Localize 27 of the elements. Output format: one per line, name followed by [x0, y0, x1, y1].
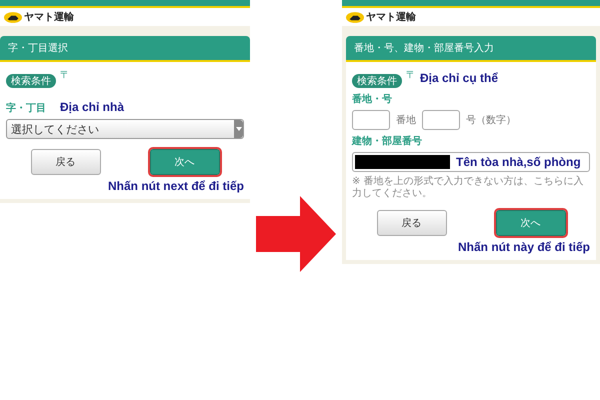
arrow-icon	[256, 196, 336, 272]
field-label: 字・丁目	[6, 101, 46, 115]
annotation: Địa chỉ nhà	[60, 100, 124, 114]
field-label: 番地・号	[352, 92, 393, 106]
postal-mark: 〒	[60, 69, 70, 82]
annotation: Địa chỉ cụ thể	[420, 71, 498, 85]
unit-label: 番地	[396, 114, 416, 127]
section-title: 字・丁目選択	[0, 36, 250, 62]
back-button[interactable]: 戻る	[376, 210, 446, 236]
select-field[interactable]: 選択してください	[6, 119, 244, 139]
field-label: 建物・部屋番号	[352, 134, 423, 148]
annotation: Nhấn nút này để đi tiếp	[458, 240, 590, 254]
logo-text: ヤマト運輸	[24, 10, 74, 24]
section-title: 番地・号、建物・部屋番号入力	[346, 36, 596, 62]
annotation: Nhấn nút next để đi tiếp	[108, 179, 244, 193]
unit-label: 号（数字）	[466, 114, 516, 127]
logo-text: ヤマト運輸	[366, 10, 416, 24]
input-field[interactable]	[422, 110, 460, 130]
hint-text: ※ 番地を上の形式で入力できない方は、こちらに入力してください。	[352, 176, 585, 200]
caret-icon	[234, 120, 243, 138]
badge: 検索条件	[6, 74, 56, 88]
postal-mark: 〒	[406, 69, 416, 82]
annotation: Tên tòa nhà,số phòng	[456, 155, 581, 169]
input-field[interactable]: Tên tòa nhà,số phòng	[352, 152, 590, 172]
input-field[interactable]	[352, 110, 390, 130]
badge: 検索条件	[352, 74, 402, 88]
back-button[interactable]: 戻る	[30, 149, 100, 175]
